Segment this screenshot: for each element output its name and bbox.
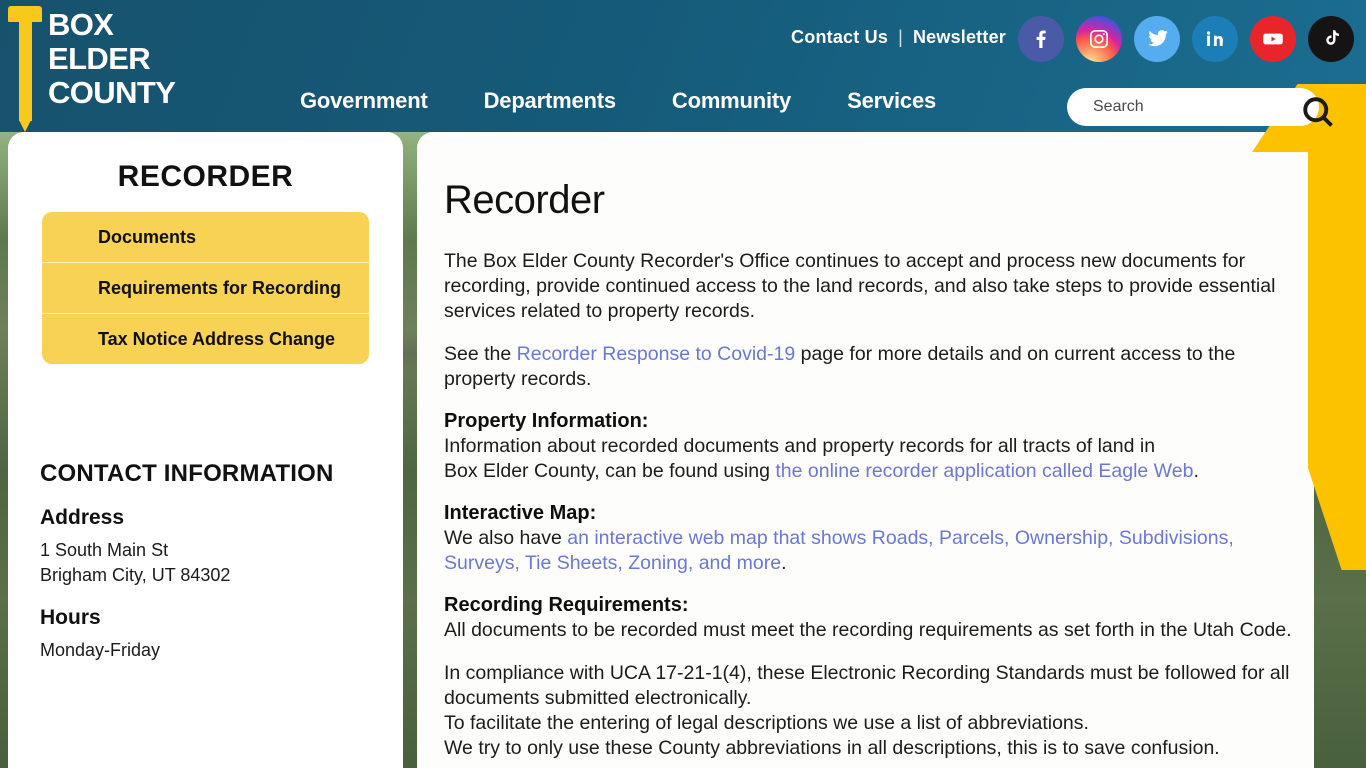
newsletter-link[interactable]: Newsletter xyxy=(913,27,1006,48)
utility-separator: | xyxy=(898,27,903,47)
property-information-heading: Property Information: xyxy=(444,410,649,432)
search-box[interactable] xyxy=(1067,88,1319,126)
page-title: Recorder xyxy=(444,178,605,222)
req-line-3: documents submitted electronically. xyxy=(444,687,752,709)
covid-prefix: See the xyxy=(444,343,517,365)
address-line-2: Brigham City, UT 84302 xyxy=(40,565,231,585)
address-label: Address xyxy=(40,506,125,529)
map-suffix: . xyxy=(781,552,787,574)
eagle-web-link[interactable]: the online recorder application called E… xyxy=(775,460,1193,482)
contact-us-link[interactable]: Contact Us xyxy=(791,27,888,48)
nail-icon xyxy=(8,2,42,132)
hours-value: Monday-Friday xyxy=(40,638,371,663)
property-line-2-suffix: . xyxy=(1193,460,1199,482)
req-line-2: In compliance with UCA 17-21-1(4), these… xyxy=(444,662,1290,684)
property-line-1: Information about recorded documents and… xyxy=(444,435,1156,457)
site-logo[interactable]: BOX ELDER COUNTY xyxy=(8,2,176,132)
requirements-paragraph-2: In compliance with UCA 17-21-1(4), these… xyxy=(444,661,1314,761)
req-line-1: All documents to be recorded must meet t… xyxy=(444,619,1292,641)
recording-requirements-heading: Recording Requirements: xyxy=(444,594,689,616)
instagram-icon[interactable] xyxy=(1076,16,1122,62)
facebook-icon[interactable] xyxy=(1018,16,1064,62)
covid-paragraph: See the Recorder Response to Covid-19 pa… xyxy=(444,342,1314,392)
recorder-covid-link[interactable]: Recorder Response to Covid-19 xyxy=(517,343,796,365)
property-line-2-prefix: Box Elder County, can be found using xyxy=(444,460,776,482)
sidebar-item-requirements-for-recording[interactable]: Requirements for Recording xyxy=(42,263,369,314)
intro-paragraph: The Box Elder County Recorder's Office c… xyxy=(444,249,1314,324)
sidebar-item-tax-notice-address-change[interactable]: Tax Notice Address Change xyxy=(42,314,369,364)
nav-item-services[interactable]: Services xyxy=(847,88,936,114)
logo-line-2: ELDER xyxy=(48,41,151,76)
tiktok-icon[interactable] xyxy=(1308,16,1354,62)
covid-suffix: page for more details and on current acc… xyxy=(795,343,1236,365)
map-prefix: We also have xyxy=(444,527,568,549)
social-links xyxy=(1018,16,1354,62)
utility-links: Contact Us | Newsletter xyxy=(791,27,1006,48)
interactive-web-map-link-line-2[interactable]: Surveys, Tie Sheets, Zoning, and more xyxy=(444,552,781,574)
sidebar-item-documents[interactable]: Documents xyxy=(42,212,369,263)
req-line-4: To facilitate the entering of legal desc… xyxy=(444,712,1089,734)
intro-line-2: recording, provide continued access to t… xyxy=(444,275,1276,297)
hours-line-1: Monday-Friday xyxy=(40,640,161,660)
nav-item-community[interactable]: Community xyxy=(672,88,791,114)
address-value: 1 South Main St Brigham City, UT 84302 xyxy=(40,538,371,588)
sidebar: RECORDER Documents Requirements for Reco… xyxy=(8,132,403,768)
linkedin-icon[interactable] xyxy=(1192,16,1238,62)
sidebar-title: RECORDER xyxy=(117,160,294,193)
contact-information-heading: CONTACT INFORMATION xyxy=(40,460,334,487)
twitter-icon[interactable] xyxy=(1134,16,1180,62)
requirements-paragraph-1: All documents to be recorded must meet t… xyxy=(444,618,1314,643)
address-line-1: 1 South Main St xyxy=(40,540,169,560)
logo-line-3: COUNTY xyxy=(48,75,176,110)
covid-line-2: property records. xyxy=(444,368,592,390)
req-line-5: We try to only use these County abbrevia… xyxy=(444,737,1220,759)
logo-text: BOX ELDER COUNTY xyxy=(48,7,176,110)
search-icon[interactable] xyxy=(1296,90,1340,134)
main-navigation: Government Departments Community Service… xyxy=(300,88,936,114)
hours-label: Hours xyxy=(40,606,101,629)
intro-line-3: services related to property records. xyxy=(444,300,756,322)
interactive-map-heading: Interactive Map: xyxy=(444,502,597,524)
main-content: Recorder The Box Elder County Recorder's… xyxy=(417,132,1314,768)
nav-item-government[interactable]: Government xyxy=(300,88,428,114)
intro-line-1: The Box Elder County Recorder's Office c… xyxy=(444,250,1246,272)
interactive-web-map-link-line-1[interactable]: an interactive web map that shows Roads,… xyxy=(567,527,1234,549)
nav-item-departments[interactable]: Departments xyxy=(484,88,616,114)
map-paragraph: We also have an interactive web map that… xyxy=(444,526,1314,576)
youtube-icon[interactable] xyxy=(1250,16,1296,62)
property-paragraph: Information about recorded documents and… xyxy=(444,434,1314,484)
logo-line-1: BOX xyxy=(48,7,114,42)
search-input[interactable] xyxy=(1093,88,1303,126)
sidebar-menu: Documents Requirements for Recording Tax… xyxy=(42,212,369,364)
